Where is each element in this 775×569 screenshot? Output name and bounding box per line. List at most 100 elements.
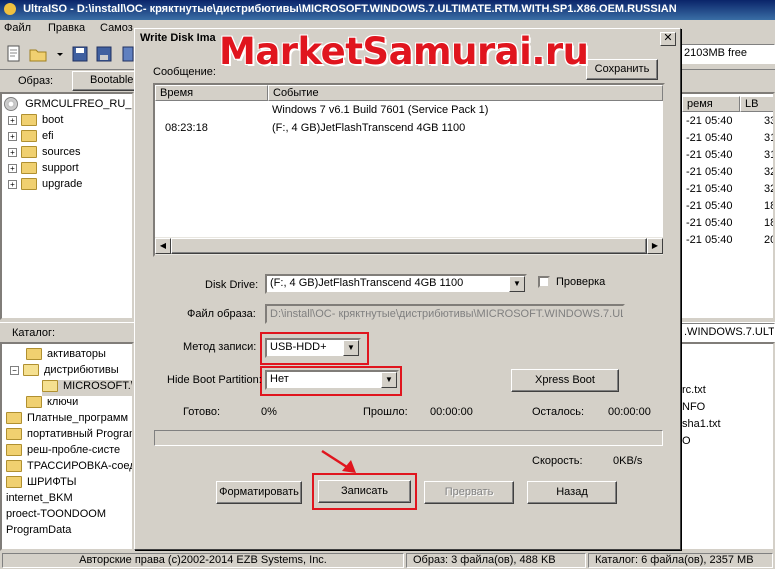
app-icon: [4, 3, 16, 16]
tree-item-boot[interactable]: + boot: [8, 114, 63, 130]
menu-file[interactable]: Файл: [4, 22, 31, 34]
format-button-label: Форматировать: [219, 486, 299, 498]
log-header-event[interactable]: Событие: [268, 85, 663, 101]
save-icon[interactable]: [70, 44, 90, 64]
tree-item-efi[interactable]: + efi: [8, 130, 54, 146]
tree-item-upgrade[interactable]: + upgrade: [8, 178, 82, 194]
disk-drive-value: (F:, 4 GB)JetFlashTranscend 4GB 1100: [270, 277, 464, 289]
save-log-button[interactable]: Сохранить: [586, 59, 658, 80]
open-icon[interactable]: [28, 44, 48, 64]
scroll-left-icon[interactable]: ◀: [155, 238, 171, 254]
image-file-field[interactable]: D:\install\ОС- кряктнутые\дистрибютивы\M…: [265, 304, 625, 324]
close-icon[interactable]: ✕: [660, 32, 676, 46]
scroll-thumb[interactable]: [171, 238, 647, 254]
chevron-down-icon[interactable]: ▼: [509, 276, 525, 292]
expand-icon[interactable]: +: [8, 179, 17, 189]
verify-checkbox[interactable]: [538, 276, 550, 288]
catalog-item[interactable]: активаторы: [26, 348, 106, 364]
menu-boot[interactable]: Самоз: [100, 22, 133, 34]
tree-item-label: upgrade: [42, 178, 83, 190]
catalog-path-field[interactable]: .WINDOWS.7.ULTI: [680, 323, 775, 343]
catalog-item[interactable]: ключи: [26, 396, 78, 412]
watermark-text: MarketSamurai.ru: [219, 30, 589, 73]
file-name[interactable]: rc.txt: [682, 384, 706, 396]
scroll-right-icon[interactable]: ▶: [647, 238, 663, 254]
catalog-item-selected[interactable]: MICROSOFT.\: [42, 380, 132, 396]
main-title-bar: UltraISO - D:\install\ОС- кряктнутые\дис…: [0, 0, 775, 20]
elapsed-value: 00:00:00: [430, 406, 473, 418]
file-name[interactable]: NFO: [682, 401, 705, 413]
image-tree-panel: GRMCULFREO_RU_D + boot + efi + sources + sup…: [0, 92, 134, 320]
catalog-item[interactable]: proect-TOONDOOM: [6, 508, 106, 524]
catalog-item[interactable]: ШРИФТЫ: [6, 476, 77, 492]
catalog-item[interactable]: реш-пробле-систе: [6, 444, 120, 460]
folder-icon: [26, 348, 42, 361]
log-row[interactable]: Windows 7 v6.1 Build 7601 (Service Pack …: [155, 103, 663, 119]
log-horizontal-scrollbar[interactable]: ◀ ▶: [155, 237, 663, 255]
xpress-boot-button[interactable]: Xpress Boot: [511, 369, 619, 392]
catalog-item[interactable]: ProgramData: [6, 524, 71, 540]
tree-item-label: efi: [42, 130, 54, 142]
catalog-item[interactable]: Платные_программ: [6, 412, 128, 428]
collapse-icon[interactable]: −: [10, 365, 19, 375]
file-list-row[interactable]: -21 05:40 18: [686, 216, 773, 232]
file-list-row[interactable]: -21 05:40 32: [686, 165, 773, 181]
write-method-select[interactable]: USB-HDD+ ▼: [265, 338, 361, 358]
back-button[interactable]: Назад: [527, 481, 617, 504]
disk-drive-select[interactable]: (F:, 4 GB)JetFlashTranscend 4GB 1100 ▼: [265, 274, 527, 294]
expand-icon[interactable]: +: [8, 147, 17, 157]
file-name[interactable]: O: [682, 435, 691, 447]
file-list-row[interactable]: -21 05:40 32: [686, 182, 773, 198]
file-list-row[interactable]: -21 05:40 31: [686, 148, 773, 164]
abort-button[interactable]: Прервать: [424, 481, 514, 504]
hide-boot-value: Нет: [270, 373, 289, 385]
catalog-item[interactable]: портативный Program: [6, 428, 134, 444]
column-header-time[interactable]: ремя: [682, 96, 740, 112]
tree-root-label: GRMCULFREO_RU_D: [25, 97, 134, 110]
catalog-item-label: активаторы: [47, 348, 106, 360]
column-header-lba[interactable]: LB: [740, 96, 773, 112]
log-row[interactable]: 08:23:18 (F:, 4 GB)JetFlashTranscend 4GB…: [155, 121, 663, 137]
catalog-item[interactable]: ТРАССИРОВКА-соед: [6, 460, 134, 476]
file-lba: 18: [764, 200, 773, 212]
file-list-row[interactable]: -21 05:40 18: [686, 199, 773, 215]
folder-icon: [21, 130, 37, 143]
save-as-icon[interactable]: [94, 44, 114, 64]
expand-icon[interactable]: +: [8, 131, 17, 141]
free-space-indicator: 2103MB free: [680, 44, 775, 64]
file-time: -21 05:40: [686, 234, 733, 246]
status-image-info: Образ: 3 файла(ов), 488 KB: [406, 553, 586, 568]
menu-edit[interactable]: Правка: [48, 22, 85, 34]
catalog-item[interactable]: − дистрибютивы: [10, 364, 119, 380]
expand-icon[interactable]: +: [8, 163, 17, 173]
hide-boot-select[interactable]: Нет ▼: [265, 370, 399, 390]
new-icon[interactable]: [4, 44, 24, 64]
chevron-down-icon[interactable]: ▼: [343, 340, 359, 356]
remaining-label: Осталось:: [532, 406, 585, 418]
folder-open-icon: [42, 380, 58, 393]
file-name[interactable]: sha1.txt: [682, 418, 721, 430]
folder-icon: [21, 162, 37, 175]
format-button[interactable]: Форматировать: [216, 481, 302, 504]
chevron-down-icon[interactable]: ▼: [381, 372, 397, 388]
catalog-item-label: ключи: [47, 396, 79, 408]
catalog-item-label: портативный Program: [27, 428, 134, 440]
log-header-time[interactable]: Время: [155, 85, 268, 101]
catalog-item-label: proect-TOONDOOM: [6, 508, 107, 520]
catalog-item-label: Платные_программ: [27, 412, 129, 424]
tree-item-support[interactable]: + support: [8, 162, 79, 178]
file-list-row[interactable]: -21 05:40 31: [686, 131, 773, 147]
catalog-tree-panel: активаторы − дистрибютивы MICROSOFT.\ клю…: [0, 342, 134, 551]
expand-icon[interactable]: +: [8, 115, 17, 125]
file-list-row[interactable]: -21 05:40 20: [686, 233, 773, 249]
tree-item-sources[interactable]: + sources: [8, 146, 81, 162]
file-list-row[interactable]: -21 05:40 33: [686, 114, 773, 130]
open-dropdown-icon[interactable]: [50, 44, 63, 64]
toolbar-tool-icon[interactable]: [118, 44, 134, 64]
image-file-list: ремя LB -21 05:40 33 -21 05:40 31 -21 05:40 3…: [680, 92, 775, 320]
write-button[interactable]: Записать: [318, 480, 411, 503]
image-type-button[interactable]: Bootable: [72, 71, 142, 91]
catalog-item-label: ТРАССИРОВКА-соед: [27, 460, 134, 472]
tree-root[interactable]: GRMCULFREO_RU_D: [4, 97, 134, 113]
catalog-item[interactable]: internet_BKM: [6, 492, 73, 508]
